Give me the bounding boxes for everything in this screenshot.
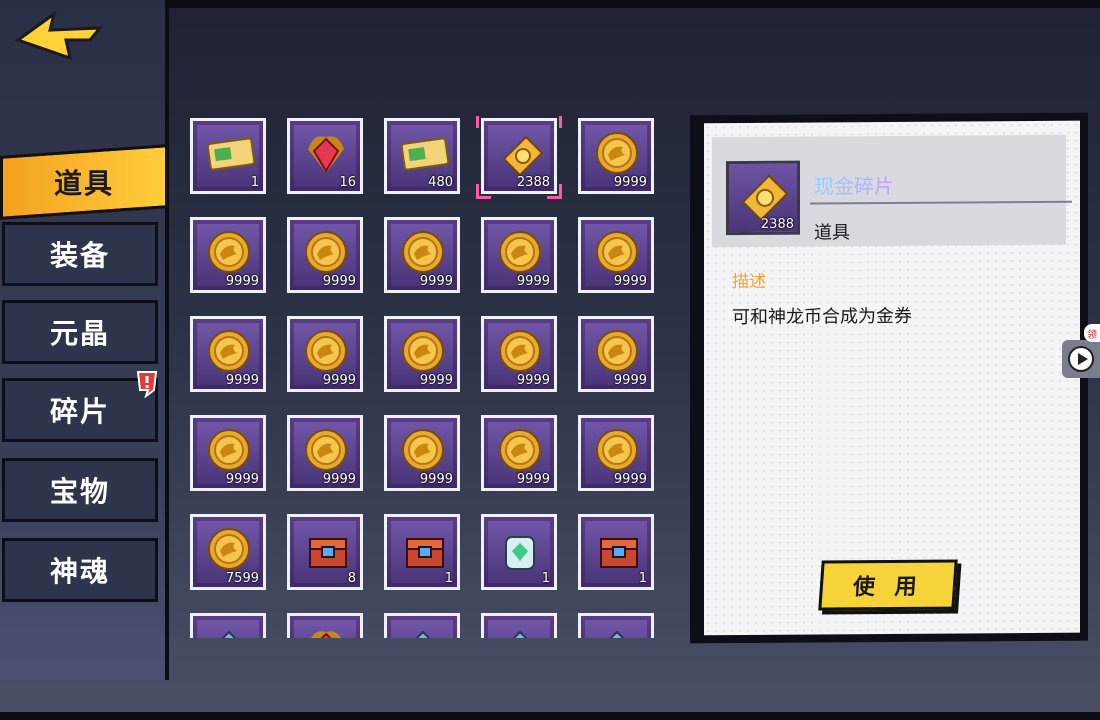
inventory-slot[interactable]: 9999 [384, 415, 460, 491]
inventory-slot[interactable] [481, 613, 557, 638]
inventory-slot[interactable]: 2388 [476, 116, 562, 199]
tab-3[interactable]: 碎片 [2, 378, 158, 442]
tab-label: 元晶 [49, 317, 110, 350]
inventory-slot[interactable] [287, 613, 363, 638]
inventory-slot[interactable]: 9999 [578, 415, 654, 491]
use-button[interactable]: 使 用 [818, 559, 958, 611]
inventory-slot[interactable]: 9999 [287, 415, 363, 491]
item-count: 1 [541, 571, 550, 586]
item-count: 9999 [225, 373, 259, 388]
divider [810, 200, 1072, 205]
inventory-slot[interactable]: 9999 [384, 316, 460, 392]
item-count: 8 [347, 571, 356, 586]
item-count: 9999 [322, 373, 356, 388]
tab-2[interactable]: 元晶 [2, 300, 158, 364]
item-count: 9999 [419, 274, 453, 289]
inventory-slot[interactable]: 8 [287, 514, 363, 590]
tab-4[interactable]: 宝物 [2, 458, 158, 522]
item-count: 9999 [225, 274, 259, 289]
inventory-slot[interactable] [190, 613, 266, 638]
play-icon [1068, 346, 1094, 372]
item-count: 9999 [613, 373, 647, 388]
inventory-slot[interactable]: 9999 [481, 316, 557, 392]
tab-label: 碎片 [49, 395, 110, 428]
inventory-slot[interactable]: 1 [190, 118, 266, 194]
item-count: 9999 [419, 373, 453, 388]
item-count: 9999 [613, 472, 647, 487]
item-count: 9999 [322, 472, 356, 487]
tab-label: 宝物 [49, 475, 110, 508]
tab-0[interactable]: 道具 [0, 144, 168, 220]
item-count: 1 [250, 175, 259, 190]
inventory-slot[interactable]: 9999 [481, 217, 557, 293]
item-count: 16 [339, 175, 356, 190]
inventory-slot[interactable]: 9999 [578, 118, 654, 194]
selection-corner [547, 184, 562, 199]
selection-corner [476, 116, 491, 128]
tab-label: 神魂 [49, 555, 110, 588]
tab-1[interactable]: 装备 [2, 222, 158, 286]
gold-ticket-fragment-icon: 2388 [726, 160, 800, 236]
inventory-slot[interactable]: 480 [384, 118, 460, 194]
item-count: 9999 [613, 175, 647, 190]
item-count: 9999 [419, 472, 453, 487]
item-count: 480 [428, 175, 453, 190]
detail-count: 2388 [760, 216, 794, 232]
item-detail-panel: 2388 现金碎片 道具 描述 可和神龙币合成为金券 使 用 [690, 112, 1088, 644]
item-count: 9999 [322, 274, 356, 289]
inventory-slot[interactable]: 9999 [190, 415, 266, 491]
item-name: 现金碎片 [814, 170, 894, 200]
selection-corner [547, 116, 562, 128]
inventory-slot[interactable]: 9999 [287, 316, 363, 392]
inventory-slot[interactable] [384, 613, 460, 638]
tab-5[interactable]: 神魂 [2, 538, 158, 602]
inventory-slot[interactable]: 1 [481, 514, 557, 590]
item-count: 9999 [225, 472, 259, 487]
item-count: 1 [444, 571, 453, 586]
item-count: 9999 [613, 274, 647, 289]
back-arrow-icon[interactable] [14, 10, 104, 62]
inventory-slot[interactable]: 1 [384, 514, 460, 590]
bottom-edge [0, 712, 1100, 720]
description-label: 描述 [732, 271, 766, 293]
item-type: 道具 [814, 222, 850, 244]
description-text: 可和神龙币合成为金券 [732, 305, 912, 329]
item-count: 9999 [516, 373, 550, 388]
detail-card: 2388 现金碎片 道具 描述 可和神龙币合成为金券 使 用 [704, 120, 1080, 636]
selection-corner [476, 184, 491, 199]
tab-label: 道具 [53, 167, 114, 201]
inventory-slot[interactable]: 9999 [287, 217, 363, 293]
item-count: 7599 [225, 571, 259, 586]
inventory-slot[interactable]: 7599 [190, 514, 266, 590]
item-count: 1 [638, 571, 647, 586]
side-badge: 领 [1084, 324, 1100, 342]
use-button-label: 使 用 [852, 574, 924, 601]
inventory-slot[interactable]: 9999 [481, 415, 557, 491]
side-play-button[interactable] [1062, 340, 1100, 378]
inventory-slot[interactable]: 1 [578, 514, 654, 590]
inventory-slot[interactable]: 9999 [578, 316, 654, 392]
inventory-slot[interactable]: 16 [287, 118, 363, 194]
item-count: 9999 [516, 472, 550, 487]
item-count: 2388 [516, 175, 550, 190]
detail-header: 2388 现金碎片 道具 [712, 134, 1072, 248]
item-count: 9999 [516, 274, 550, 289]
inventory-slot[interactable]: 9999 [190, 316, 266, 392]
inventory-slot[interactable]: 9999 [190, 217, 266, 293]
inventory-grid: 1 16 480 2388 9999 9999 9999 9999 9999 9999 9999 99… [188, 116, 668, 638]
alert-icon [136, 370, 158, 399]
inventory-slot[interactable] [578, 613, 654, 638]
tab-label: 装备 [49, 239, 110, 272]
inventory-slot[interactable]: 9999 [384, 217, 460, 293]
inventory-slot[interactable]: 9999 [578, 217, 654, 293]
